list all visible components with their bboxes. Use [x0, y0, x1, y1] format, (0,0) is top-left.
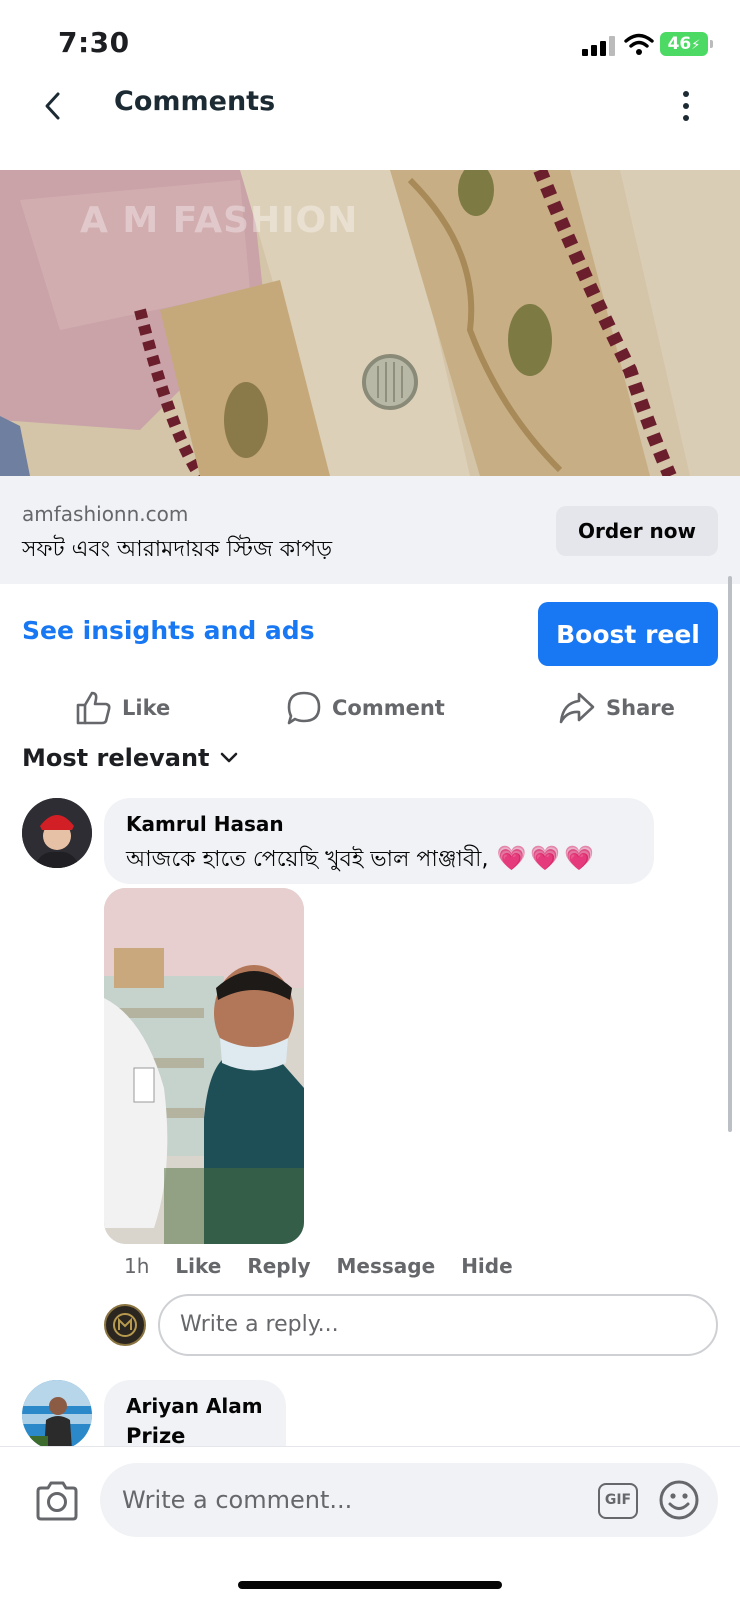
page-logo-icon — [113, 1313, 137, 1337]
comment-body: আজকে হাতে পেয়েছি খুবই ভাল পাঞ্জাবী, — [126, 847, 489, 872]
comment-hide-button[interactable]: Hide — [461, 1254, 512, 1278]
comment-reply-button[interactable]: Reply — [247, 1254, 310, 1278]
see-insights-link[interactable]: See insights and ads — [22, 616, 315, 645]
link-domain: amfashionn.com — [22, 502, 189, 526]
comment-button[interactable]: Comment — [286, 680, 445, 736]
back-chevron-icon — [45, 92, 60, 120]
share-label: Share — [606, 696, 675, 720]
like-button[interactable]: Like — [74, 680, 170, 736]
comment-sort-dropdown[interactable]: Most relevant — [22, 744, 238, 772]
signal-icon — [582, 36, 616, 56]
more-vertical-icon — [683, 91, 689, 97]
reel-media[interactable]: A M FASHION — [0, 170, 740, 476]
comment-bubble: Kamrul Hasan আজকে হাতে পেয়েছি খুবই ভাল … — [104, 798, 654, 884]
video-watermark: A M FASHION — [80, 200, 359, 241]
comment-meta: 1h Like Reply Message Hide — [124, 1254, 539, 1278]
comment-author[interactable]: Kamrul Hasan — [126, 812, 284, 836]
status-bar: 7:30 46⚡ — [0, 0, 740, 80]
comment-photo[interactable] — [104, 888, 304, 1244]
order-now-button[interactable]: Order now — [556, 506, 718, 556]
commenter-avatar[interactable] — [22, 798, 92, 868]
comment-text: Prize — [126, 1424, 186, 1446]
page-avatar — [104, 1304, 146, 1346]
scrollbar[interactable] — [728, 576, 732, 1132]
like-label: Like — [122, 696, 171, 720]
home-indicator[interactable] — [238, 1581, 502, 1589]
more-options-button[interactable] — [668, 86, 704, 126]
chevron-down-icon — [220, 752, 237, 763]
comment-author[interactable]: Ariyan Alam — [126, 1394, 263, 1418]
avatar-image — [22, 1380, 92, 1446]
link-preview-card[interactable]: amfashionn.com সফট এবং আরামদায়ক স্টিজ ক… — [0, 476, 740, 584]
post-action-bar: Like Comment Share — [0, 680, 740, 736]
comment-time: 1h — [124, 1254, 150, 1278]
wifi-icon — [624, 33, 654, 55]
back-button[interactable] — [30, 84, 74, 128]
comment-message-button[interactable]: Message — [337, 1254, 436, 1278]
reply-input[interactable]: Write a reply... — [158, 1294, 718, 1356]
page-title: Comments — [114, 86, 276, 117]
comment-like-button[interactable]: Like — [175, 1254, 221, 1278]
comment-photo-image — [104, 888, 304, 1244]
like-icon — [76, 691, 111, 725]
commenter-avatar[interactable] — [22, 1380, 92, 1446]
comment-label: Comment — [332, 696, 445, 720]
comment-composer: Write a comment... GIF — [0, 1446, 740, 1600]
share-button[interactable]: Share — [558, 680, 675, 736]
comment-list-clip: Ariyan Alam Prize — [0, 1380, 740, 1446]
boost-reel-button[interactable]: Boost reel — [538, 602, 718, 666]
avatar-image — [22, 798, 92, 868]
sort-label: Most relevant — [22, 744, 210, 772]
comment-text: আজকে হাতে পেয়েছি খুবই ভাল পাঞ্জাবী, 💗💗💗 — [126, 842, 598, 879]
header: Comments — [0, 80, 740, 168]
emoji-icon[interactable] — [658, 1479, 700, 1521]
gif-icon[interactable]: GIF — [598, 1483, 638, 1519]
comment-emoji: 💗💗💗 — [496, 844, 599, 872]
status-time: 7:30 — [58, 26, 130, 59]
link-headline: সফট এবং আরামদায়ক স্টিজ কাপড় — [22, 537, 333, 562]
battery-level: 46 — [667, 34, 692, 54]
camera-icon[interactable] — [34, 1479, 80, 1523]
comment-icon — [287, 691, 321, 725]
share-icon — [559, 692, 595, 724]
comment-bubble: Ariyan Alam Prize — [104, 1380, 286, 1446]
battery-indicator: 46⚡ — [660, 32, 713, 56]
